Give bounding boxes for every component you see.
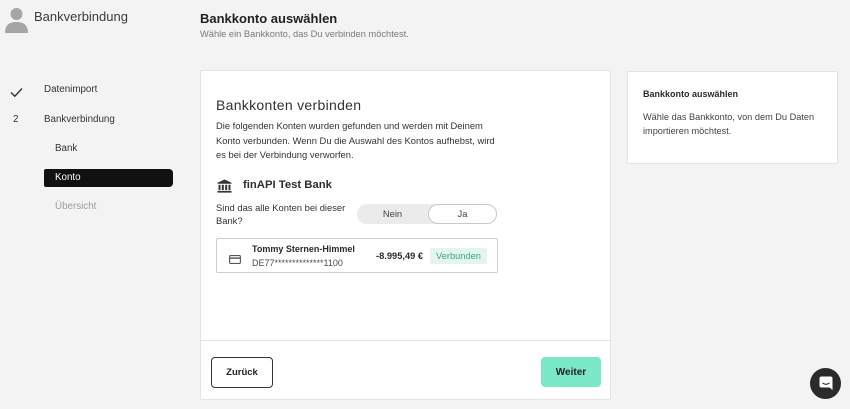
- help-title: Bankkonto auswählen: [643, 89, 739, 99]
- account-iban: DE77**************1100: [252, 258, 343, 268]
- step-number: 2: [13, 114, 19, 125]
- avatar: [4, 7, 29, 33]
- help-text: Wähle das Bankkonto, von dem Du Daten im…: [643, 112, 815, 136]
- step-bankverbindung[interactable]: Bankverbindung: [44, 114, 115, 126]
- status-badge: Verbunden: [430, 248, 487, 264]
- chat-icon: [819, 376, 832, 390]
- user-icon: [5, 8, 28, 33]
- back-button[interactable]: Zurück: [211, 357, 273, 388]
- chat-button[interactable]: [810, 368, 841, 399]
- account-row[interactable]: Tommy Sternen-Himmel DE77**************1…: [216, 238, 498, 273]
- account-holder: Tommy Sternen-Himmel: [252, 244, 355, 254]
- toggle-option-nein[interactable]: Nein: [357, 204, 428, 224]
- toggle-option-ja[interactable]: Ja: [428, 204, 497, 224]
- page-title: Bankkonto auswählen: [200, 11, 338, 26]
- page-subtitle: Wähle ein Bankkonto, das Du verbinden mö…: [200, 29, 409, 39]
- substep-bank[interactable]: Bank: [44, 140, 173, 158]
- credit-card-icon: [229, 251, 241, 264]
- connect-accounts-card: Bankkonten verbinden Die folgenden Konte…: [200, 70, 611, 400]
- substep-uebersicht: Übersicht: [55, 201, 97, 212]
- footer-divider: [201, 340, 610, 341]
- all-accounts-question: Sind das alle Konten bei dieser Bank?: [216, 202, 346, 226]
- help-card: Bankkonto auswählen Wähle das Bankkonto,…: [627, 71, 838, 164]
- account-balance: -8.995,49 €: [376, 251, 424, 261]
- bank-name: finAPI Test Bank: [243, 179, 332, 191]
- step-datenimport[interactable]: Datenimport: [44, 84, 97, 96]
- next-button[interactable]: Weiter: [541, 357, 601, 387]
- substep-konto[interactable]: Konto: [44, 169, 173, 187]
- sidebar-title: Bankverbindung: [34, 9, 128, 24]
- card-description: Die folgenden Konten wurden gefunden und…: [216, 120, 495, 160]
- checkmark-icon: [10, 85, 23, 98]
- bank-icon: [217, 179, 232, 193]
- all-accounts-toggle: Nein Ja: [357, 204, 497, 224]
- card-heading: Bankkonten verbinden: [216, 97, 362, 113]
